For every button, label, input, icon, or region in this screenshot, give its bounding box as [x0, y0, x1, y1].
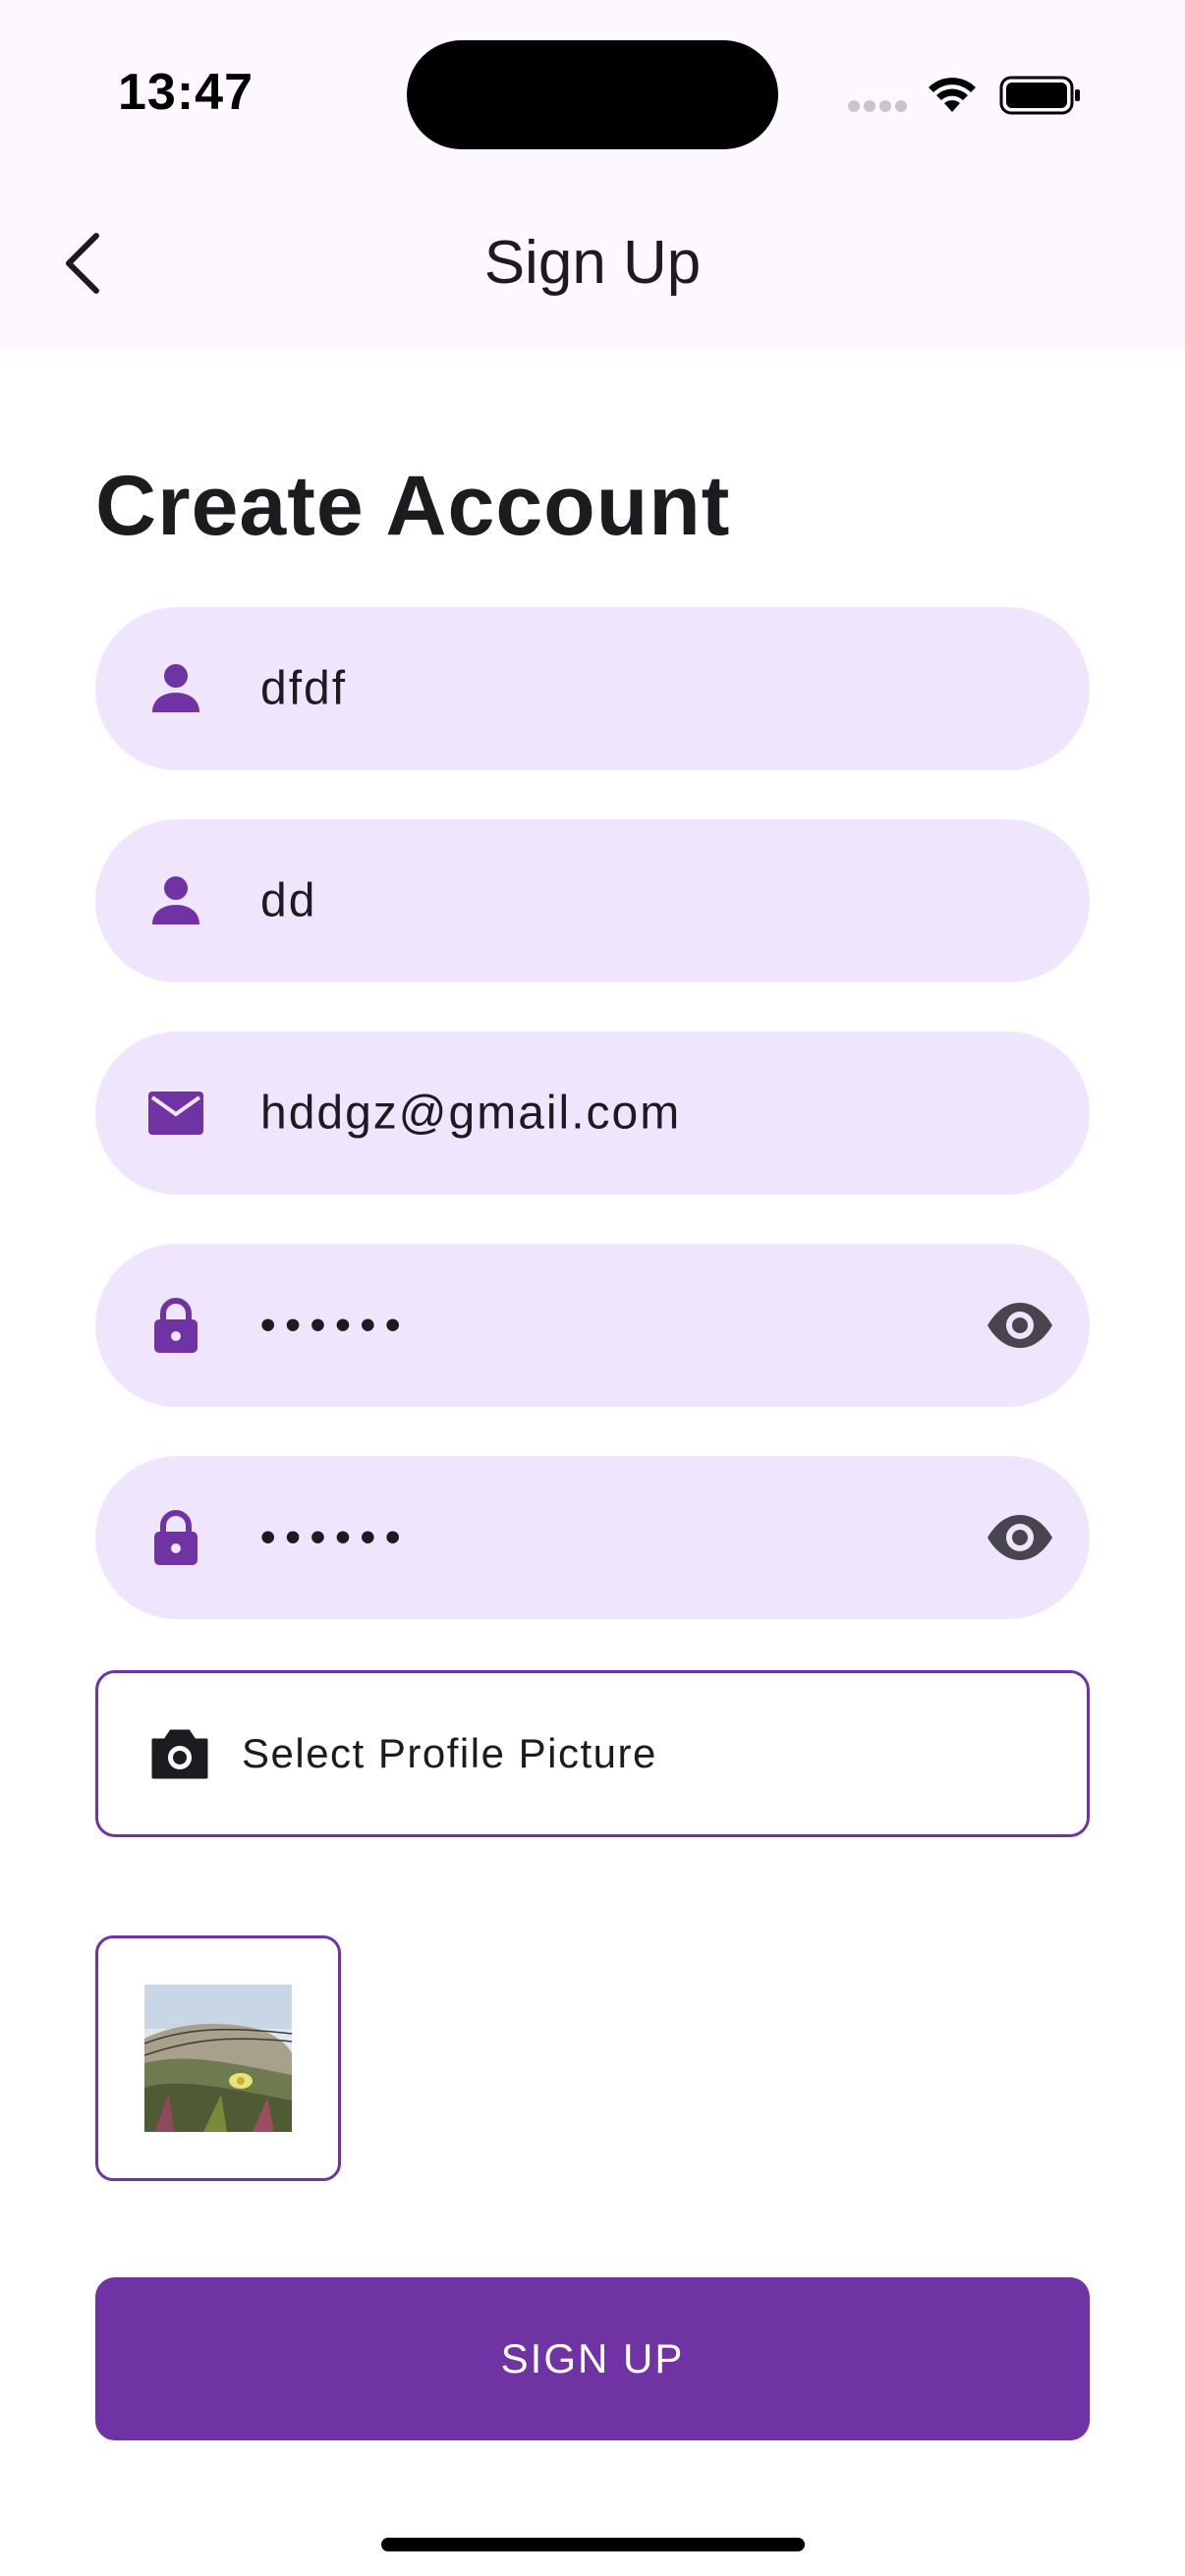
confirm-password-field[interactable]: •••••• [95, 1456, 1090, 1619]
top-app-bar: 13:47 Sign Up [0, 0, 1185, 349]
mail-icon [148, 1092, 203, 1135]
last-name-field[interactable]: dd [95, 819, 1090, 982]
page-title: Create Account [95, 459, 731, 553]
profile-picture-preview[interactable] [95, 1935, 341, 2181]
wifi-icon [929, 78, 976, 112]
profile-photo [144, 1985, 292, 2132]
home-indicator [381, 2538, 805, 2551]
email-value: hddgz@gmail.com [260, 1087, 682, 1140]
battery-icon [999, 76, 1080, 115]
dynamic-island [407, 40, 778, 149]
confirm-password-value: •••••• [260, 1513, 411, 1561]
select-profile-picture-label: Select Profile Picture [242, 1730, 657, 1776]
camera-icon [151, 1729, 208, 1779]
email-field[interactable]: hddgz@gmail.com [95, 1032, 1090, 1195]
select-profile-picture-button[interactable]: Select Profile Picture [95, 1670, 1090, 1837]
person-icon [152, 876, 199, 924]
last-name-value: dd [260, 874, 317, 927]
cellular-signal-icon [848, 100, 909, 114]
first-name-field[interactable]: dfdf [95, 607, 1090, 770]
lock-icon [154, 1298, 198, 1353]
first-name-value: dfdf [260, 662, 348, 715]
app-bar-title: Sign Up [483, 229, 702, 297]
lock-icon [154, 1510, 198, 1565]
sign-up-button[interactable]: SIGN UP [95, 2277, 1090, 2440]
person-icon [152, 664, 199, 712]
password-field[interactable]: •••••• [95, 1244, 1090, 1407]
visibility-eye-icon[interactable] [986, 1513, 1054, 1562]
signup-screen: 13:47 Sign Up Create Account dfdf dd hdd… [0, 0, 1185, 2576]
sign-up-button-label: SIGN UP [500, 2335, 685, 2381]
status-time: 13:47 [118, 64, 254, 121]
visibility-eye-icon[interactable] [986, 1301, 1054, 1350]
password-value: •••••• [260, 1301, 411, 1349]
